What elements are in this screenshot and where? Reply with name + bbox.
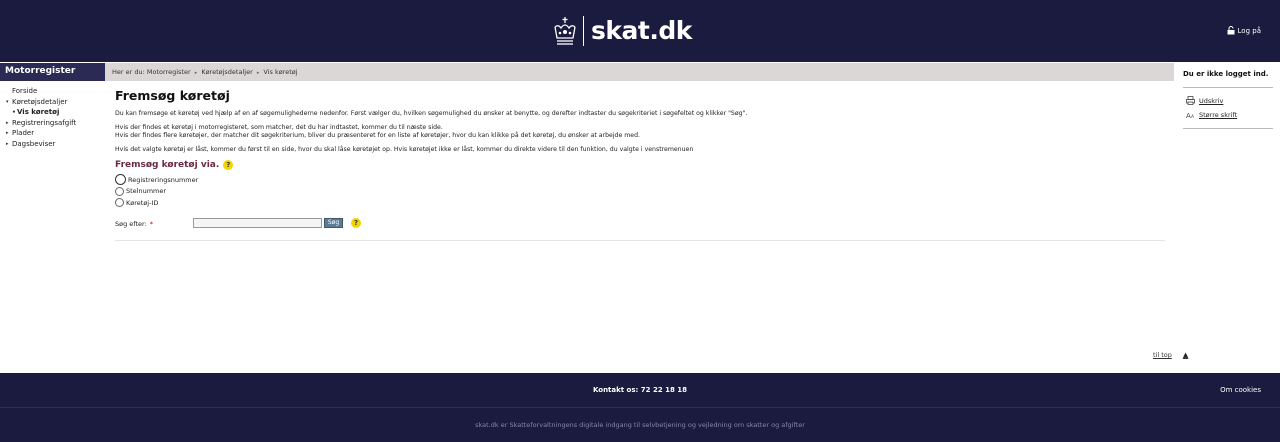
nav-item-label: Forside [12,87,38,96]
radio-button[interactable] [115,174,126,186]
radio-option-registreringsnummer[interactable]: Registreringsnummer [115,174,1165,186]
radio-option-koretoj-id[interactable]: Køretøj-ID [115,197,1165,209]
login-link[interactable]: Log på [1227,26,1261,35]
print-label: Udskriv [1199,96,1224,105]
nav-item-forside[interactable]: Forside [6,86,106,97]
login-status: Du er ikke logget ind. [1183,70,1269,78]
breadcrumb-item-current: Vis køretøj [263,68,298,76]
breadcrumb-separator: ▸ [256,70,260,76]
lock-icon [1227,26,1235,35]
print-icon [1186,96,1195,105]
skat-logo[interactable]: skat.dk [552,14,692,48]
search-label-text: Søg efter: [115,219,147,228]
search-button[interactable]: Søg [324,217,343,228]
search-input[interactable] [193,217,322,228]
page-title: Fremsøg køretøj [115,88,230,103]
breadcrumb: Her er du: Motorregister ▸ Køretøjsdetal… [105,63,1174,81]
locked-paragraph: Hvis det valgte køretøj er låst, kommer … [115,146,694,153]
svg-text:A: A [1191,114,1195,119]
required-marker: * [149,219,154,228]
larger-text-link[interactable]: A A Større skrift [1186,110,1238,120]
nav-item-registreringsafgift[interactable]: ▸ Registreringsafgift [6,118,106,129]
left-nav-title: Motorregister [0,63,105,81]
breadcrumb-item-motorregister[interactable]: Motorregister [147,68,191,76]
search-type-radio-group: Registreringsnummer Stelnummer Køretøj-I… [115,174,1165,209]
site-footer: Kontakt os: 72 22 18 18 Om cookies skat.… [0,373,1280,442]
match-line-1: Hvis der findes et køretøj i motorregist… [115,124,443,131]
to-top-link[interactable]: til top ▲ [1153,351,1188,359]
nav-item-koretojsdetaljer[interactable]: ▾ Køretøjsdetaljer [6,97,106,108]
print-link[interactable]: Udskriv [1186,96,1223,105]
logo-text: skat.dk [591,16,692,45]
text-size-icon: A A [1186,112,1195,119]
radio-option-stelnummer[interactable]: Stelnummer [115,186,1165,198]
nav-item-dagsbeviser[interactable]: ▸ Dagsbeviser [6,139,106,150]
site-header: skat.dk Log på [0,0,1280,62]
content-divider [115,240,1165,241]
footer-tagline: skat.dk er Skatteforvaltningens digitale… [475,421,805,429]
logo-divider [583,16,584,46]
login-label: Log på [1237,26,1261,35]
radio-label: Registreringsnummer [128,175,199,184]
nav-item-label: Vis køretøj [17,108,60,117]
radio-label: Stelnummer [126,187,167,196]
nav-item-label: Køretøjsdetaljer [12,97,68,106]
footer-divider [0,407,1280,408]
search-via-heading: Fremsøg køretøj via. ? [115,160,1165,170]
breadcrumb-prefix: Her er du: [112,68,145,76]
match-line-2: Hvis der findes flere køretøjer, der mat… [115,132,640,139]
match-paragraph: Hvis der findes et køretøj i motorregist… [115,124,1165,140]
help-icon[interactable]: ? [351,217,361,228]
radio-button[interactable] [115,186,124,196]
radio-button[interactable] [115,198,124,208]
larger-text-label: Større skrift [1199,110,1238,119]
to-top-label: til top [1153,351,1172,359]
crown-icon [554,17,576,45]
nav-item-plader[interactable]: ▸ Plader [6,128,106,139]
nav-item-label: Registreringsafgift [12,118,77,127]
arrow-up-icon: ▲ [1182,351,1189,359]
breadcrumb-item-koretojsdetaljer[interactable]: Køretøjsdetaljer [201,68,252,76]
nav-item-label: Plader [12,129,35,138]
right-divider [1183,128,1273,129]
right-panel: Du er ikke logget ind. Udskriv A A Størr… [1175,63,1280,363]
contact-info: Kontakt os: 72 22 18 18 [592,386,688,394]
radio-label: Køretøj-ID [126,198,159,207]
search-row: Søg efter: * Søg ? [115,217,1165,230]
help-icon[interactable]: ? [223,160,234,170]
main-content: Fremsøg køretøj Du kan fremsøge et køret… [115,88,1165,230]
cookies-link[interactable]: Om cookies [1220,386,1261,394]
nav-item-vis-koretoj[interactable]: • Vis køretøj [6,107,106,118]
nav-item-label: Dagsbeviser [12,139,56,148]
intro-paragraph: Du kan fremsøge et køretøj ved hjælp af … [115,110,748,117]
right-divider [1183,87,1273,88]
left-nav: Forside ▾ Køretøjsdetaljer • Vis køretøj… [6,86,106,149]
search-label: Søg efter: * [115,220,153,228]
search-via-title: Fremsøg køretøj via. [115,160,220,170]
breadcrumb-separator: ▸ [194,70,198,76]
